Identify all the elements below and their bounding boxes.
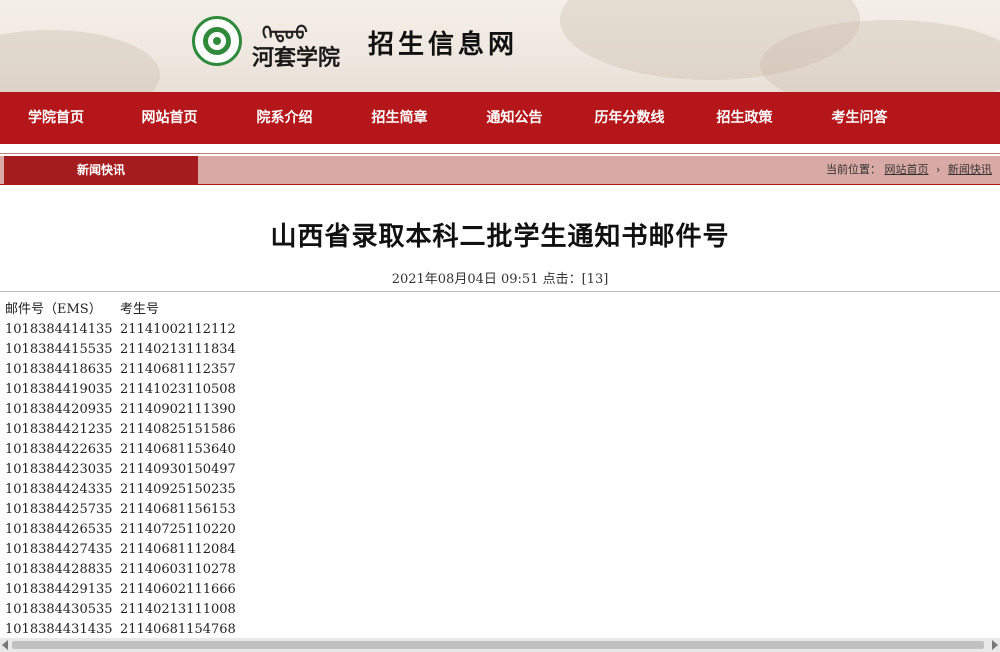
site-header: ᠬᠡᠲᠤᠣ 河套学院 招生信息网 — [0, 0, 1000, 92]
exam-number: 21140213111008 — [120, 602, 236, 617]
school-name: 河套学院 — [252, 45, 341, 71]
divider — [0, 184, 1000, 185]
exam-number: 21140602111666 — [120, 582, 236, 597]
ems-number: 1018384429135 — [5, 582, 113, 597]
exam-number: 21140825151586 — [120, 422, 236, 437]
scroll-left-icon[interactable] — [2, 640, 8, 650]
ems-number: 1018384423035 — [5, 462, 113, 477]
ems-number: 1018384415535 — [5, 342, 113, 357]
table-row: 1018384415535 21140213111834 — [5, 340, 236, 360]
exam-number: 21140925150235 — [120, 482, 236, 497]
nav-item-score-lines[interactable]: 历年分数线 — [572, 92, 687, 144]
exam-number: 21140681112357 — [120, 362, 236, 377]
ems-number: 1018384422635 — [5, 442, 113, 457]
ems-number: 1018384420935 — [5, 402, 113, 417]
column-header-exam-number: 考生号 — [120, 302, 160, 317]
nav-item-faq[interactable]: 考生问答 — [802, 92, 917, 144]
ems-number: 1018384427435 — [5, 542, 113, 557]
exam-number: 21140681156153 — [120, 502, 236, 517]
table-row: 1018384430535 21140213111008 — [5, 600, 236, 620]
nav-item-college-home[interactable]: 学院首页 — [0, 92, 112, 144]
ems-number: 1018384424335 — [5, 482, 113, 497]
exam-number: 21140930150497 — [120, 462, 236, 477]
ems-number: 1018384431435 — [5, 622, 113, 637]
table-row: 1018384425735 21140681156153 — [5, 500, 236, 520]
exam-number: 21140603110278 — [120, 562, 236, 577]
ems-number: 1018384428835 — [5, 562, 113, 577]
table-row: 1018384423035 21140930150497 — [5, 460, 236, 480]
breadcrumb-link-news[interactable]: 新闻快讯 — [948, 163, 992, 176]
site-name: 招生信息网 — [368, 30, 519, 60]
table-row: 1018384414135 21141002112112 — [5, 320, 236, 340]
divider — [0, 153, 1000, 154]
table-row: 1018384426535 21140725110220 — [5, 520, 236, 540]
table-row: 1018384424335 21140925150235 — [5, 480, 236, 500]
nav-item-admission-guide[interactable]: 招生简章 — [342, 92, 457, 144]
exam-number: 21140681112084 — [120, 542, 236, 557]
table-row: 1018384418635 21140681112357 — [5, 360, 236, 380]
breadcrumb: 当前位置： 网站首页 › 新闻快讯 › — [826, 156, 1000, 184]
exam-number: 21140681153640 — [120, 442, 236, 457]
article-title: 山西省录取本科二批学生通知书邮件号 — [270, 222, 730, 252]
exam-number: 21140681154768 — [120, 622, 236, 637]
ems-number: 1018384418635 — [5, 362, 113, 377]
scroll-right-icon[interactable] — [992, 640, 998, 650]
column-header-ems: 邮件号（EMS） — [5, 302, 102, 317]
table-row: 1018384428835 21140603110278 — [5, 560, 236, 580]
exam-number: 21140213111834 — [120, 342, 236, 357]
section-title: 新闻快讯 — [4, 156, 198, 184]
exam-number: 21141002112112 — [120, 322, 236, 337]
breadcrumb-prefix: 当前位置： — [826, 163, 881, 176]
horizontal-scrollbar[interactable] — [0, 638, 1000, 652]
school-logo-icon[interactable] — [192, 16, 242, 66]
ems-number: 1018384414135 — [5, 322, 113, 337]
ems-number: 1018384426535 — [5, 522, 113, 537]
table-row: 1018384431435 21140681154768 — [5, 620, 236, 640]
sub-bar: 新闻快讯 当前位置： 网站首页 › 新闻快讯 › — [0, 153, 1000, 185]
mail-number-table: 邮件号（EMS） 考生号 1018384414135 21141002112112… — [5, 300, 236, 640]
scrollbar-thumb[interactable] — [12, 641, 984, 649]
nav-item-departments[interactable]: 院系介绍 — [227, 92, 342, 144]
exam-number: 21141023110508 — [120, 382, 236, 397]
divider — [0, 291, 1000, 292]
table-row: 1018384420935 21140902111390 — [5, 400, 236, 420]
exam-number: 21140725110220 — [120, 522, 236, 537]
exam-number: 21140902111390 — [120, 402, 236, 417]
table-row: 1018384427435 21140681112084 — [5, 540, 236, 560]
nav-item-policies[interactable]: 招生政策 — [687, 92, 802, 144]
nav-item-site-home[interactable]: 网站首页 — [112, 92, 227, 144]
main-nav: 学院首页 网站首页 院系介绍 招生简章 通知公告 历年分数线 招生政策 考生问答 — [0, 92, 1000, 144]
chevron-right-icon: › — [936, 163, 941, 176]
table-row: 1018384429135 21140602111666 — [5, 580, 236, 600]
table-row: 1018384419035 21141023110508 — [5, 380, 236, 400]
article-meta: 2021年08月04日 09:51 点击：[13] — [391, 272, 609, 287]
ems-number: 1018384430535 — [5, 602, 113, 617]
nav-item-notices[interactable]: 通知公告 — [457, 92, 572, 144]
ems-number: 1018384425735 — [5, 502, 113, 517]
table-header-row: 邮件号（EMS） 考生号 — [5, 300, 236, 320]
breadcrumb-link-site-home[interactable]: 网站首页 — [885, 163, 929, 176]
table-row: 1018384421235 21140825151586 — [5, 420, 236, 440]
ems-number: 1018384419035 — [5, 382, 113, 397]
table-row: 1018384422635 21140681153640 — [5, 440, 236, 460]
ems-number: 1018384421235 — [5, 422, 113, 437]
header-decoration — [0, 30, 160, 92]
